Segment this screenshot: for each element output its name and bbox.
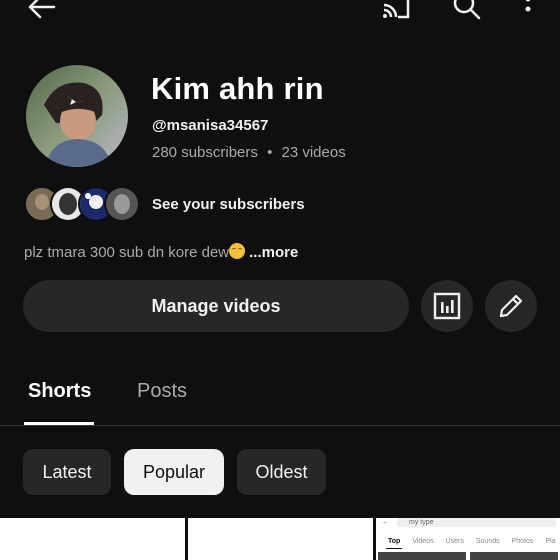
active-tab-indicator <box>24 422 94 425</box>
subscriber-avatar <box>104 186 140 222</box>
channel-name: Kim ahh rin <box>151 71 324 106</box>
chip-latest[interactable]: Latest <box>23 449 111 495</box>
manage-videos-button[interactable]: Manage videos <box>23 280 409 332</box>
video-count: 23 videos <box>281 144 346 161</box>
thumbnail-tab: Top <box>388 538 401 545</box>
stats-separator: • <box>267 144 273 161</box>
short-thumbnail[interactable] <box>0 518 185 560</box>
cast-icon[interactable] <box>378 0 414 22</box>
smiling-emoji-icon <box>229 243 246 259</box>
thumbnail-tab: Photos <box>511 538 534 545</box>
thumbnail-tab: Sounds <box>475 538 500 545</box>
description-text: plz tmara 300 sub dn kore dew <box>24 244 230 261</box>
channel-description[interactable]: plz tmara 300 sub dn kore dew ...more <box>24 243 298 261</box>
analytics-icon <box>433 292 461 320</box>
top-bar <box>0 0 560 26</box>
short-thumbnail[interactable] <box>188 518 373 560</box>
back-arrow-icon[interactable] <box>24 0 58 22</box>
more-vert-icon[interactable] <box>516 0 540 22</box>
thumbnail-image <box>378 552 466 560</box>
channel-avatar[interactable] <box>26 65 128 167</box>
channel-tabs: Shorts Posts <box>0 360 560 426</box>
thumbnail-tab: Pla <box>545 538 556 545</box>
channel-handle: @msanisa34567 <box>152 117 269 134</box>
thumbnail-tab-indicator <box>386 548 402 549</box>
shorts-grid: ← my type Top Videos Users Sounds Photos… <box>0 518 560 560</box>
see-subscribers-link[interactable]: See your subscribers <box>152 196 305 213</box>
chip-oldest[interactable]: Oldest <box>237 449 326 495</box>
thumbnail-tab: Videos <box>412 538 434 545</box>
chip-popular[interactable]: Popular <box>124 449 224 495</box>
channel-stats: 280 subscribers • 23 videos <box>152 144 346 161</box>
short-thumbnail[interactable]: ← my type Top Videos Users Sounds Photos… <box>376 518 560 560</box>
tab-shorts[interactable]: Shorts <box>28 380 91 403</box>
thumbnail-search-bar: ← my type <box>382 518 556 527</box>
pencil-icon <box>499 294 523 318</box>
thumbnail-tab: Users <box>445 538 464 545</box>
thumbnail-back-icon: ← <box>382 519 389 526</box>
edit-channel-button[interactable] <box>485 280 537 332</box>
more-link[interactable]: ...more <box>249 244 298 261</box>
analytics-button[interactable] <box>421 280 473 332</box>
subscriber-count: 280 subscribers <box>152 144 258 161</box>
thumbnail-image <box>470 552 558 560</box>
tab-posts[interactable]: Posts <box>137 380 187 403</box>
search-icon[interactable] <box>450 0 484 22</box>
thumbnail-search-text: my type <box>397 518 556 527</box>
thumbnail-tabs: Top Videos Users Sounds Photos Pla <box>388 538 556 545</box>
subscriber-avatars[interactable] <box>24 186 142 222</box>
